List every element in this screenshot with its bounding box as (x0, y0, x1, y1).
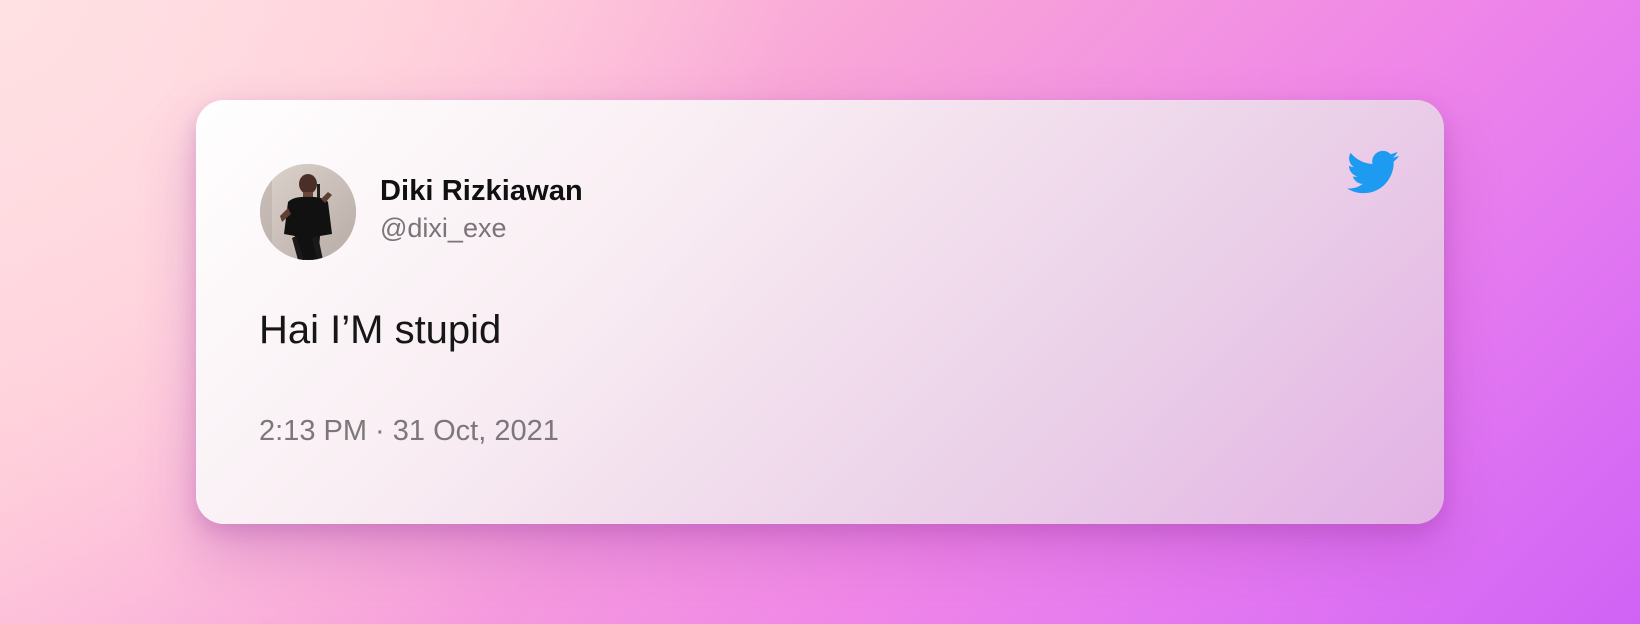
display-name[interactable]: Diki Rizkiawan (380, 175, 583, 208)
username-handle[interactable]: @dixi_exe (380, 213, 506, 244)
tweet-timestamp[interactable]: 2:13 PM · 31 Oct, 2021 (259, 415, 559, 448)
avatar[interactable] (260, 164, 356, 260)
twitter-bird-icon[interactable] (1344, 146, 1402, 198)
tweet-card: Diki Rizkiawan @dixi_exe Hai I’M stupid … (196, 100, 1444, 524)
avatar-image (260, 164, 356, 260)
tweet-text: Hai I’M stupid (259, 308, 502, 352)
